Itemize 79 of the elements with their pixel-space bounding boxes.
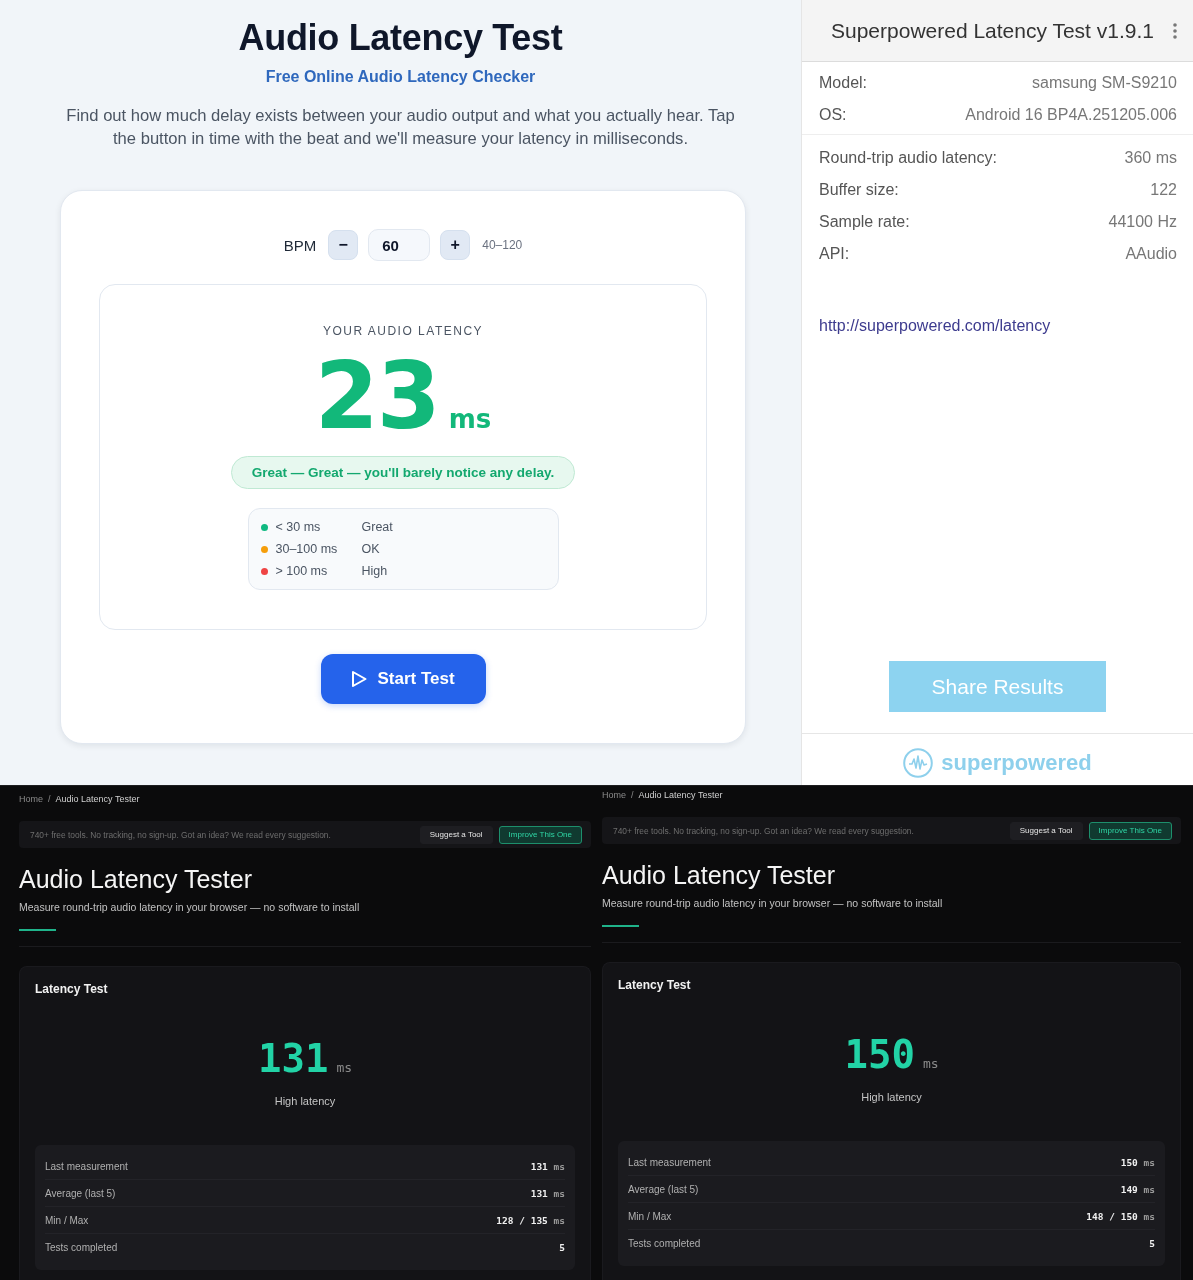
accent-bar bbox=[19, 929, 56, 931]
info-value: 360 ms bbox=[1124, 149, 1177, 167]
brand-name: superpowered bbox=[941, 749, 1092, 776]
tool-subtitle: Measure round-trip audio latency in your browser — no software to install bbox=[19, 900, 361, 914]
app-title: Superpowered Latency Test v1.9.1 bbox=[831, 18, 1154, 43]
info-value: samsung SM-S9210 bbox=[1032, 74, 1177, 92]
stat-label: Min / Max bbox=[45, 1214, 89, 1226]
improve-button[interactable]: Improve This One bbox=[498, 825, 582, 844]
stat-label: Average (last 5) bbox=[45, 1187, 116, 1199]
stat-label: Tests completed bbox=[628, 1237, 701, 1249]
notice-text: 740+ free tools. No tracking, no sign-up. Got an idea? We read every suggestion. bbox=[613, 825, 915, 836]
legend-label: High bbox=[361, 564, 388, 578]
page-title: Audio Latency Test bbox=[238, 17, 563, 59]
notice-text: 740+ free tools. No tracking, no sign-up. Got an idea? We read every suggestion. bbox=[30, 829, 332, 840]
info-value: 122 bbox=[1150, 181, 1177, 199]
info-value: Android 16 BP4A.251205.006 bbox=[965, 106, 1177, 124]
kebab-menu-icon[interactable] bbox=[1173, 22, 1177, 39]
latency-link[interactable]: http://superpowered.com/latency bbox=[819, 317, 1051, 334]
start-test-button[interactable]: Start Test bbox=[320, 654, 486, 704]
waveform-logo-icon bbox=[903, 747, 934, 778]
decrease-button[interactable]: − bbox=[328, 230, 359, 260]
breadcrumb-separator: / bbox=[48, 794, 51, 805]
improve-button[interactable]: Improve This One bbox=[1088, 821, 1172, 840]
latency-value: 150 bbox=[844, 1035, 915, 1074]
stat-value: 5 bbox=[559, 1241, 565, 1253]
legend-label: Great bbox=[361, 520, 393, 534]
stat-label: Last measurement bbox=[45, 1160, 128, 1172]
verdict-badge: Great — Great — you'll barely notice any delay. bbox=[230, 456, 576, 489]
stat-value: 5 bbox=[1149, 1237, 1155, 1249]
suggest-button[interactable]: Suggest a Tool bbox=[419, 825, 493, 844]
info-label: Sample rate: bbox=[819, 213, 910, 231]
latency-status: High latency bbox=[861, 1090, 922, 1104]
stat-value: 148 / 150 ms bbox=[1086, 1210, 1155, 1222]
legend-range: 30–100 ms bbox=[275, 542, 339, 556]
stat-value: 131 ms bbox=[530, 1160, 565, 1172]
info-label: Model: bbox=[819, 74, 868, 92]
card-title: Latency Test bbox=[618, 978, 692, 993]
info-label: OS: bbox=[819, 106, 847, 124]
bpm-range: 40–120 bbox=[482, 238, 523, 252]
info-value: AAudio bbox=[1125, 245, 1177, 263]
latency-unit: ms bbox=[922, 1056, 939, 1071]
stat-value: 128 / 135 ms bbox=[496, 1214, 565, 1226]
stat-label: Tests completed bbox=[45, 1241, 118, 1253]
latency-value: 23 bbox=[314, 350, 439, 444]
breadcrumb-current[interactable]: Audio Latency Tester bbox=[55, 794, 140, 805]
breadcrumb-link[interactable]: Home bbox=[19, 794, 43, 805]
breadcrumb-separator: / bbox=[631, 790, 634, 801]
stat-value: 131 ms bbox=[530, 1187, 565, 1199]
info-label: API: bbox=[819, 245, 850, 263]
latency-status: High latency bbox=[274, 1094, 336, 1108]
info-value: 44100 Hz bbox=[1108, 213, 1177, 231]
stat-label: Min / Max bbox=[628, 1210, 672, 1222]
stat-label: Average (last 5) bbox=[628, 1183, 699, 1195]
accent-bar bbox=[602, 925, 639, 927]
info-label: Round-trip audio latency: bbox=[819, 149, 997, 167]
tool-title: Audio Latency Tester bbox=[19, 864, 254, 895]
stat-value: 150 ms bbox=[1120, 1156, 1155, 1168]
suggest-button[interactable]: Suggest a Tool bbox=[1009, 821, 1083, 840]
stat-value: 149 ms bbox=[1120, 1183, 1155, 1195]
page-subtitle: Free Online Audio Latency Checker bbox=[265, 67, 536, 87]
latency-value: 131 bbox=[257, 1039, 329, 1078]
latency-unit: ms bbox=[448, 404, 492, 434]
bpm-field[interactable]: 60 bbox=[368, 229, 431, 261]
tool-title: Audio Latency Tester bbox=[602, 860, 837, 891]
page-description: Find out how much delay exists between your audio output and what you actually hear. Tap the button in time with the beat and we'll measure your latency in milliseconds. bbox=[65, 105, 736, 150]
bpm-label: BPM bbox=[283, 236, 317, 254]
stat-label: Last measurement bbox=[628, 1156, 711, 1168]
info-label: Buffer size: bbox=[819, 181, 899, 199]
play-icon bbox=[351, 670, 368, 688]
latency-unit: ms bbox=[336, 1060, 353, 1075]
breadcrumb-current[interactable]: Audio Latency Tester bbox=[638, 790, 723, 801]
increase-button[interactable]: + bbox=[440, 230, 471, 260]
result-heading: YOUR AUDIO LATENCY bbox=[322, 323, 484, 339]
card-title: Latency Test bbox=[35, 982, 109, 997]
legend-range: < 30 ms bbox=[275, 520, 322, 534]
legend-range: > 100 ms bbox=[275, 564, 329, 578]
breadcrumb-link[interactable]: Home bbox=[602, 790, 626, 801]
tool-subtitle: Measure round-trip audio latency in your browser — no software to install bbox=[602, 896, 944, 910]
legend-label: OK bbox=[361, 542, 380, 556]
